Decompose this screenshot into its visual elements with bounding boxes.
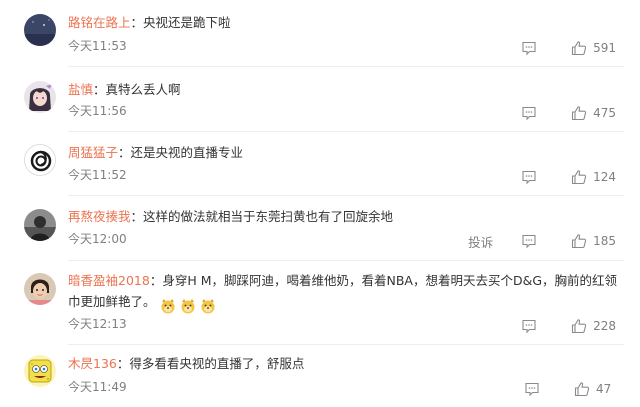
separator: ： [93, 82, 106, 97]
separator: ： [130, 15, 144, 30]
comment-actions: 47 [524, 379, 616, 399]
divider [68, 195, 624, 196]
sponge-cartoon-avatar-icon [24, 355, 56, 387]
like-count: 47 [596, 382, 612, 396]
divider [68, 66, 624, 67]
reply-icon[interactable] [521, 318, 537, 334]
avatar[interactable] [24, 273, 56, 305]
like-button[interactable]: 475 [571, 105, 616, 121]
like-button[interactable]: 591 [571, 40, 616, 56]
thumbs-up-icon [572, 234, 587, 249]
separator: ： [118, 145, 131, 160]
report-link[interactable]: 投诉 [468, 232, 493, 251]
comment-text: 还是央视的直播专业 [130, 145, 244, 160]
like-count: 124 [593, 170, 616, 184]
thumbs-up-icon [574, 382, 590, 397]
like-button[interactable]: 185 [571, 233, 616, 249]
like-count: 228 [593, 319, 616, 333]
comment-actions: 591 [521, 38, 616, 58]
separator: ： [116, 356, 130, 371]
reply-icon[interactable] [521, 169, 537, 185]
thumbs-up-icon [572, 319, 587, 334]
avatar[interactable] [24, 209, 56, 241]
avatar[interactable] [24, 81, 56, 113]
like-count: 591 [593, 41, 616, 55]
username-link[interactable]: 木昃136 [68, 356, 117, 371]
comment-actions: 投诉 185 [468, 231, 616, 251]
reply-icon[interactable] [521, 233, 537, 249]
separator: ： [130, 209, 144, 224]
username-link[interactable]: 路铭在路上 [68, 15, 131, 30]
comment-actions: 124 [521, 167, 616, 187]
comment-time: 今天11:49 [68, 380, 127, 394]
thumbs-up-icon [572, 41, 587, 56]
night-sky-avatar-icon [24, 14, 56, 46]
username-link[interactable]: 暗香盈袖2018 [68, 273, 150, 288]
child-photo-avatar-icon [24, 273, 56, 305]
doge-emoji-icon [181, 298, 195, 313]
like-count: 185 [593, 234, 616, 248]
separator: ： [149, 273, 163, 288]
avatar[interactable] [24, 144, 56, 176]
comment-time: 今天12:13 [68, 317, 127, 331]
swirl-logo-avatar-icon [25, 145, 55, 175]
username-link[interactable]: 盐慎 [68, 82, 93, 97]
comment-time: 今天11:56 [68, 104, 127, 118]
reply-icon[interactable] [521, 40, 537, 56]
like-button[interactable]: 228 [571, 318, 616, 334]
comment-text: 这样的做法就相当于东莞扫黄也有了回旋余地 [143, 209, 394, 224]
divider [68, 260, 624, 261]
comment-time: 今天11:52 [68, 168, 127, 182]
comment-time: 今天11:53 [68, 39, 127, 53]
like-count: 475 [593, 106, 616, 120]
doge-emoji-icon [161, 298, 175, 313]
avatar[interactable] [24, 14, 56, 46]
avatar[interactable] [24, 355, 56, 387]
comment-text: 得多看看央视的直播了，舒服点 [129, 356, 305, 371]
comment-time: 今天12:00 [68, 232, 127, 246]
comment-actions: 475 [521, 103, 616, 123]
divider [68, 344, 624, 345]
comment-actions: 228 [521, 316, 616, 336]
doge-emoji-icon [201, 298, 215, 313]
thumbs-up-icon [572, 106, 587, 121]
emoji-row [156, 294, 216, 315]
comment-text: 真特么丢人啊 [105, 82, 181, 97]
divider [68, 131, 624, 132]
comment-text: 央视还是跪下啦 [143, 15, 231, 30]
anime-girl-avatar-icon [24, 81, 56, 113]
dark-figure-avatar-icon [24, 209, 56, 241]
username-link[interactable]: 再熬夜揍我 [68, 209, 131, 224]
username-link[interactable]: 周猛猛子 [68, 145, 118, 160]
reply-icon[interactable] [524, 381, 540, 397]
thumbs-up-icon [572, 170, 587, 185]
like-button[interactable]: 124 [571, 169, 616, 185]
reply-icon[interactable] [521, 105, 537, 121]
like-button[interactable]: 47 [574, 381, 616, 397]
